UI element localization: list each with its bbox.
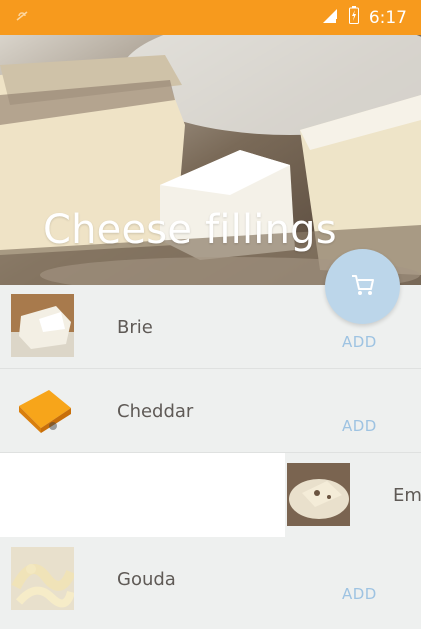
header-image: Cheese fillings bbox=[0, 35, 421, 285]
cheese-list: Brie ADD Cheddar ADD Em Gouda ADD bbox=[0, 285, 421, 629]
status-bar: 6:17 bbox=[0, 0, 421, 35]
gouda-thumbnail bbox=[11, 547, 74, 610]
list-item-gouda[interactable]: Gouda ADD bbox=[0, 537, 421, 629]
add-button-cheddar[interactable]: ADD bbox=[342, 417, 377, 435]
status-time: 6:17 bbox=[368, 7, 407, 28]
item-name: Emmental bbox=[393, 485, 421, 506]
signal-icon bbox=[322, 8, 339, 28]
emmental-thumbnail bbox=[287, 463, 350, 526]
android-debug-icon bbox=[14, 8, 30, 28]
list-item-emmental[interactable]: Emmental bbox=[0, 453, 421, 537]
add-button-gouda[interactable]: ADD bbox=[342, 585, 377, 603]
cheddar-thumbnail bbox=[11, 378, 74, 441]
item-name: Brie bbox=[117, 317, 153, 338]
page-title: Cheese fillings bbox=[43, 207, 337, 253]
cart-button[interactable] bbox=[325, 249, 400, 324]
item-name: Gouda bbox=[117, 569, 176, 590]
item-name: Cheddar bbox=[117, 401, 194, 422]
brie-thumbnail bbox=[11, 294, 74, 357]
app-screen: 6:17 Cheese fillings Brie ADD Cheddar AD… bbox=[0, 0, 421, 629]
cart-icon bbox=[350, 272, 376, 302]
list-item-cheddar[interactable]: Cheddar ADD bbox=[0, 369, 421, 453]
add-button-brie[interactable]: ADD bbox=[342, 333, 377, 351]
battery-charging-icon bbox=[348, 6, 359, 29]
